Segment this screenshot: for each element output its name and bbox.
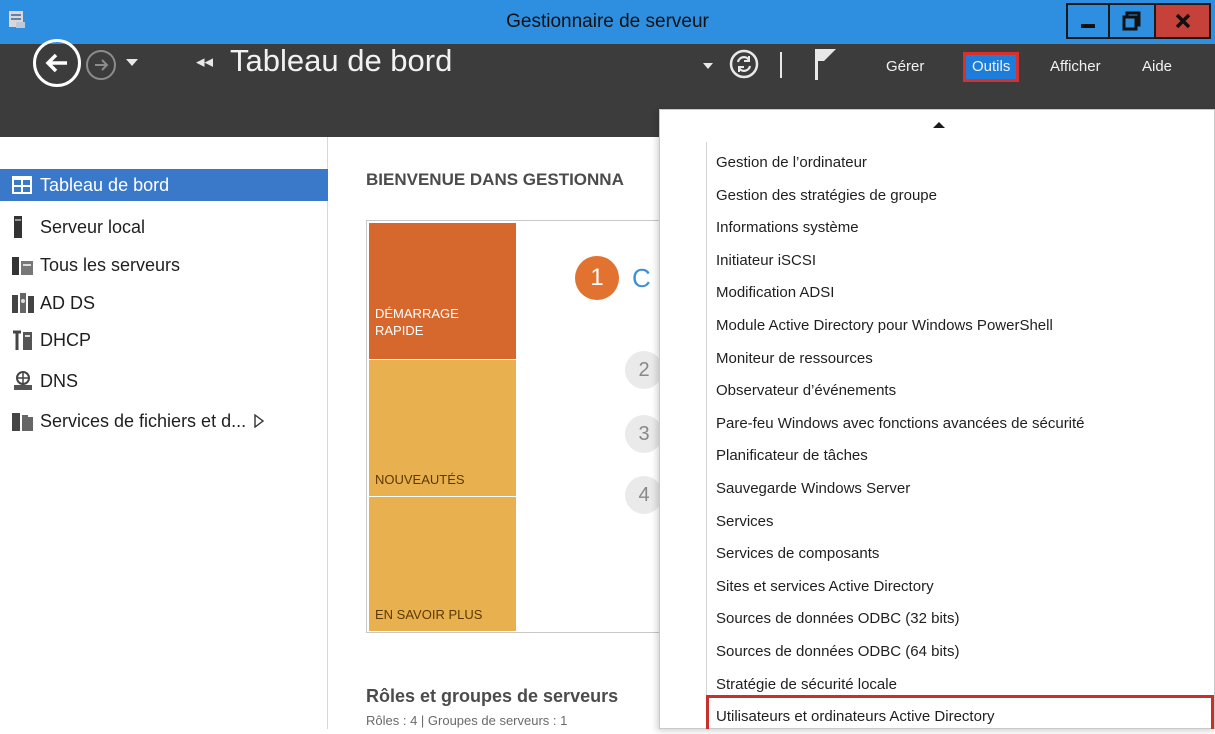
servers-icon: [6, 254, 36, 276]
step-4-badge: 4: [625, 476, 663, 514]
dhcp-icon: [6, 329, 36, 351]
tile-nouveautes[interactable]: NOUVEAUTÉS: [369, 360, 516, 496]
forward-button[interactable]: [86, 50, 116, 80]
sidebar-item-label: Serveur local: [40, 216, 146, 237]
menu-item-informations-systeme[interactable]: Informations système: [716, 212, 1212, 245]
notifications-flag-icon[interactable]: [812, 47, 838, 81]
sidebar-item-label: Tous les serveurs: [40, 254, 181, 275]
sidebar-item-dns[interactable]: DNS: [6, 365, 324, 397]
refresh-icon[interactable]: [729, 49, 759, 79]
menu-outils[interactable]: Outils: [962, 52, 1020, 82]
file-services-icon: [6, 410, 36, 432]
expand-arrow-icon[interactable]: [254, 414, 265, 428]
sidebar: Tableau de bord Serveur local Tous les s…: [0, 137, 328, 729]
step-3-badge: 3: [625, 415, 663, 453]
dns-icon: [6, 370, 36, 392]
step-1-badge: 1: [575, 256, 619, 300]
maximize-icon: [1122, 11, 1141, 31]
roles-summary: Rôles : 4 | Groupes de serveurs : 1: [366, 713, 568, 728]
menu-afficher[interactable]: Afficher: [1044, 55, 1107, 79]
menu-item-strategie-securite-locale[interactable]: Stratégie de sécurité locale: [716, 669, 1212, 702]
step-2-badge: 2: [625, 351, 663, 389]
roles-heading: Rôles et groupes de serveurs: [366, 686, 619, 706]
tools-dropdown-menu: Gestion de l’ordinateur Gestion des stra…: [659, 109, 1215, 730]
toolbar-divider: [780, 52, 782, 78]
menu-item-planificateur-taches[interactable]: Planificateur de tâches: [716, 440, 1212, 473]
tools-menu-list: Gestion de l’ordinateur Gestion des stra…: [716, 147, 1212, 734]
sidebar-item-tableau-de-bord[interactable]: Tableau de bord: [0, 169, 328, 201]
menu-item-module-ad-powershell[interactable]: Module Active Directory pour Windows Pow…: [716, 310, 1212, 343]
menu-aide[interactable]: Aide: [1136, 55, 1178, 79]
server-icon: [6, 216, 36, 238]
back-button[interactable]: [33, 39, 81, 87]
sidebar-item-label: Services de fichiers et d...: [40, 410, 247, 431]
menu-item-services[interactable]: Services: [716, 506, 1212, 539]
breadcrumb-dropdown-icon[interactable]: [703, 63, 713, 69]
minimize-button[interactable]: [1066, 3, 1110, 39]
tile-label: RAPIDE: [375, 323, 424, 338]
sidebar-item-label: DNS: [40, 370, 79, 391]
minimize-icon: [1081, 24, 1095, 28]
sidebar-item-label: DHCP: [40, 329, 92, 350]
page-title: Tableau de bord: [230, 43, 453, 78]
menu-item-pare-feu-windows[interactable]: Pare-feu Windows avec fonctions avancées…: [716, 408, 1212, 441]
close-icon: [1175, 13, 1190, 29]
sidebar-item-dhcp[interactable]: DHCP: [6, 324, 324, 356]
arrow-right-icon: [95, 59, 109, 71]
step-1-link[interactable]: C: [632, 263, 651, 294]
menu-item-moniteur-ressources[interactable]: Moniteur de ressources: [716, 343, 1212, 376]
sidebar-item-services-de-fichiers[interactable]: Services de fichiers et d...: [6, 405, 324, 437]
maximize-button[interactable]: [1110, 3, 1156, 39]
menu-item-gestion-strategies-groupe[interactable]: Gestion des stratégies de groupe: [716, 180, 1212, 213]
menu-item-services-composants[interactable]: Services de composants: [716, 538, 1212, 571]
sidebar-item-serveur-local[interactable]: Serveur local: [6, 211, 324, 243]
menu-item-observateur-evenements[interactable]: Observateur d’événements: [716, 375, 1212, 408]
sidebar-item-ad-ds[interactable]: AD DS: [6, 287, 324, 319]
tile-label: EN SAVOIR PLUS: [375, 607, 483, 622]
menu-gerer[interactable]: Gérer: [880, 55, 930, 79]
dashboard-icon: [6, 174, 36, 196]
close-button[interactable]: [1156, 3, 1211, 39]
welcome-heading: BIENVENUE DANS GESTIONNA: [366, 170, 624, 189]
arrow-left-icon: [45, 53, 67, 73]
sidebar-item-label: AD DS: [40, 292, 96, 313]
menu-item-gestion-ordinateur[interactable]: Gestion de l’ordinateur: [716, 147, 1212, 180]
tile-label: DÉMARRAGE: [375, 306, 459, 321]
menu-item-odbc-64[interactable]: Sources de données ODBC (64 bits): [716, 636, 1212, 669]
menu-divider: [706, 142, 707, 730]
sidebar-item-tous-les-serveurs[interactable]: Tous les serveurs: [6, 249, 324, 281]
history-dropdown-icon[interactable]: [126, 59, 138, 66]
menu-item-sites-services-ad[interactable]: Sites et services Active Directory: [716, 571, 1212, 604]
menu-item-initiateur-iscsi[interactable]: Initiateur iSCSI: [716, 245, 1212, 278]
menu-item-odbc-32[interactable]: Sources de données ODBC (32 bits): [716, 603, 1212, 636]
ad-ds-icon: [6, 292, 36, 314]
tile-en-savoir-plus[interactable]: EN SAVOIR PLUS: [369, 497, 516, 631]
tile-demarrage-rapide[interactable]: DÉMARRAGE RAPIDE: [369, 223, 516, 359]
quick-start-panel: DÉMARRAGE RAPIDE NOUVEAUTÉS EN SAVOIR PL…: [366, 220, 666, 633]
breadcrumb-arrows[interactable]: ◂◂: [196, 52, 213, 72]
tile-label: NOUVEAUTÉS: [375, 472, 465, 487]
sidebar-item-label: Tableau de bord: [40, 174, 170, 195]
menu-item-sauvegarde-windows-server[interactable]: Sauvegarde Windows Server: [716, 473, 1212, 506]
title-bar: Gestionnaire de serveur: [0, 0, 1215, 44]
menu-item-modification-adsi[interactable]: Modification ADSI: [716, 277, 1212, 310]
window-title: Gestionnaire de serveur: [506, 11, 709, 32]
menu-pointer-icon: [933, 122, 945, 128]
